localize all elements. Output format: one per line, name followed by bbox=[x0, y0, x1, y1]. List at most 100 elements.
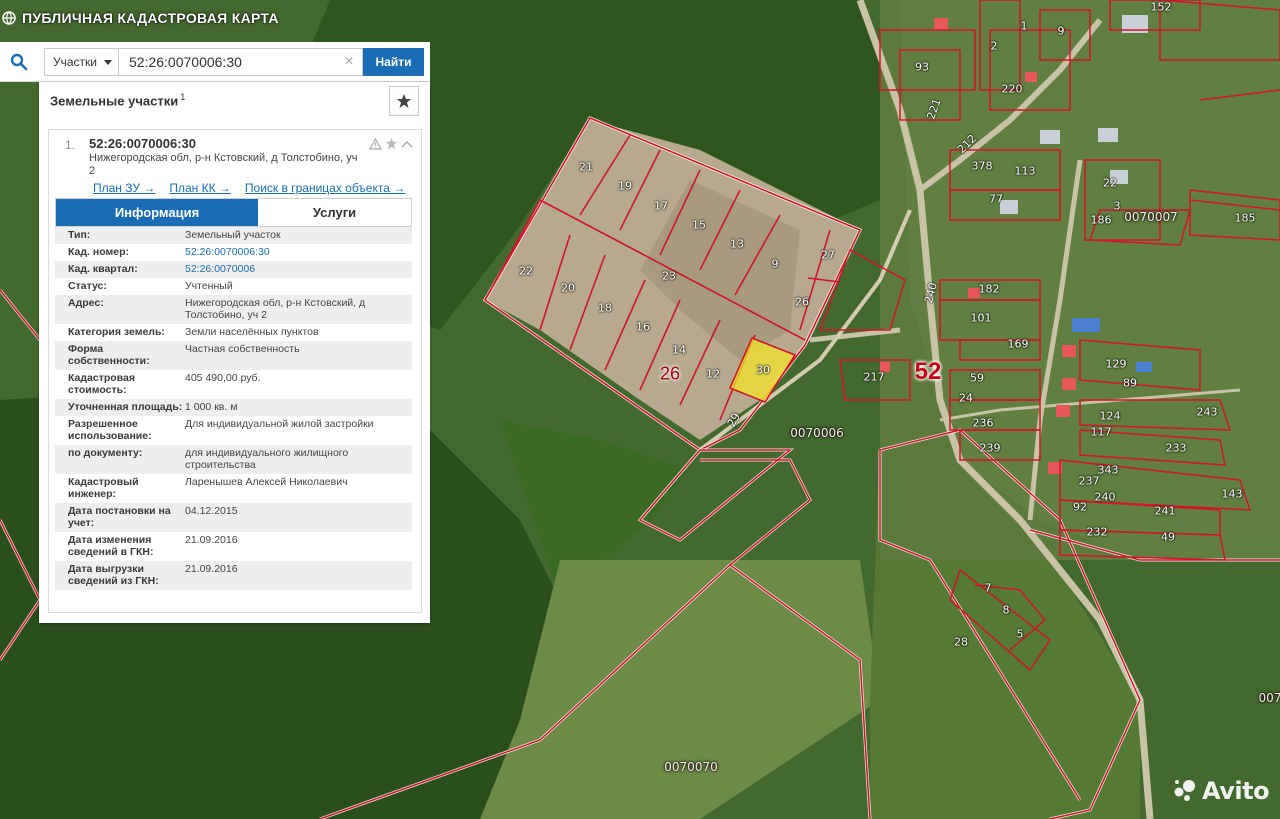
plot-number: 19 bbox=[618, 179, 632, 193]
result-tabs: Информация Услуги bbox=[55, 198, 412, 227]
plot-number: 1 bbox=[1020, 19, 1028, 33]
district-number: 26 bbox=[659, 363, 681, 384]
attribute-value: для индивидуального жилищного строительс… bbox=[185, 447, 349, 471]
plot-number-selected[interactable]: 30 bbox=[756, 364, 770, 377]
attribute-value: Частная собственность bbox=[185, 343, 300, 355]
plot-number: 21 bbox=[579, 160, 593, 174]
plot-number: 5 bbox=[1016, 627, 1024, 641]
plot-number: 93 bbox=[915, 60, 929, 74]
plot-number: 129 bbox=[1105, 357, 1127, 371]
panel-title: Земельные участки 1 bbox=[50, 92, 185, 108]
plot-number: 14 bbox=[672, 343, 686, 357]
plot-number: 16 bbox=[636, 320, 650, 334]
attribute-label: Тип: bbox=[68, 229, 91, 241]
attribute-value: 21.09.2016 bbox=[185, 534, 238, 546]
plot-number: 236 bbox=[972, 416, 994, 430]
chevron-up-icon[interactable] bbox=[401, 139, 413, 149]
plot-number: 243 bbox=[1196, 405, 1218, 419]
find-button[interactable]: Найти bbox=[363, 48, 424, 76]
plan-zu-link[interactable]: План ЗУ → bbox=[93, 181, 155, 195]
plot-number: 92 bbox=[1073, 500, 1087, 514]
plot-number: 117 bbox=[1090, 425, 1112, 439]
attribute-row: Категория земель: Земли населённых пункто… bbox=[55, 324, 412, 341]
result-actions bbox=[369, 137, 413, 150]
plot-number: 77 bbox=[989, 192, 1003, 206]
star-icon bbox=[397, 94, 411, 108]
attribute-label: Кад. квартал: bbox=[68, 263, 138, 275]
attribute-row: Статус: Учтенный bbox=[55, 278, 412, 295]
quarter-number: 0070006 bbox=[790, 426, 844, 440]
plot-number: 241 bbox=[1154, 504, 1176, 518]
attribute-row: Кадастровая стоимость: 405 490,00 руб. bbox=[55, 370, 412, 399]
attribute-value[interactable]: 52:26:0070006:30 bbox=[185, 246, 412, 258]
panel-title-text: Земельные участки bbox=[50, 93, 179, 109]
search-type-select[interactable]: Участки bbox=[44, 48, 118, 76]
tab-services[interactable]: Услуги bbox=[258, 199, 411, 226]
plot-number: 15 bbox=[692, 218, 706, 232]
attribute-label: Кад. номер: bbox=[68, 246, 130, 258]
plot-number: 28 bbox=[954, 635, 968, 649]
attribute-value: 1 000 кв. м bbox=[185, 401, 238, 413]
plot-number: 12 bbox=[706, 367, 720, 381]
plot-number: 217 bbox=[863, 370, 885, 384]
plot-number: 24 bbox=[959, 391, 973, 405]
attribute-value: 405 490,00 руб. bbox=[185, 372, 261, 384]
plot-number: 89 bbox=[1123, 376, 1137, 390]
quarter-number: 0070007 bbox=[1124, 210, 1178, 224]
attribute-row: Дата выгрузки сведений из ГКН: 21.09.2016 bbox=[55, 561, 412, 590]
chevron-down-icon bbox=[104, 59, 112, 65]
clear-search-button[interactable]: × bbox=[340, 52, 358, 72]
attribute-label: Форма собственности: bbox=[68, 343, 150, 367]
plot-number: 185 bbox=[1234, 211, 1256, 225]
attribute-row: Разрешенное использование: Для индивидуал… bbox=[55, 416, 412, 445]
plot-number: 3 bbox=[1113, 199, 1121, 213]
attribute-row: Тип: Земельный участок bbox=[55, 227, 412, 244]
avito-logo-icon bbox=[1174, 780, 1195, 801]
attribute-row: Кад. номер: 52:26:0070006:30 bbox=[55, 244, 412, 261]
watermark-text: Avito bbox=[1202, 777, 1270, 805]
search-type-label: Участки bbox=[53, 55, 97, 69]
plot-number: 220 bbox=[1001, 82, 1023, 96]
plot-number: 9 bbox=[1057, 24, 1065, 38]
app-title: ПУБЛИЧНАЯ КАДАСТРОВАЯ КАРТА bbox=[22, 10, 279, 26]
attribute-value[interactable]: 52:26:0070006 bbox=[185, 263, 412, 275]
plot-number: 232 bbox=[1086, 525, 1108, 539]
result-card[interactable]: 1. 52:26:0070006:30 Нижегородская обл, р… bbox=[48, 129, 422, 613]
search-in-bounds-link[interactable]: Поиск в границах объекта → bbox=[245, 181, 405, 195]
results-panel: Земельные участки 1 1. 52:26:0070006:30 Н… bbox=[39, 82, 430, 623]
plan-kk-link[interactable]: План КК → bbox=[169, 181, 231, 195]
search-input[interactable] bbox=[118, 48, 363, 76]
plot-number: 182 bbox=[978, 282, 1000, 296]
plot-number: 143 bbox=[1221, 487, 1243, 501]
result-links: План ЗУ → План КК → Поиск в границах объ… bbox=[93, 181, 405, 195]
result-index: 1. bbox=[65, 138, 76, 152]
attribute-value: 04.12.2015 bbox=[185, 505, 238, 517]
plot-number: 27 bbox=[821, 248, 835, 262]
attribute-label: Адрес: bbox=[68, 297, 104, 309]
plot-number: 20 bbox=[561, 281, 575, 295]
region-number: 52 bbox=[914, 358, 942, 385]
globe-icon bbox=[2, 11, 16, 25]
favorites-button[interactable] bbox=[389, 86, 419, 116]
warning-icon[interactable] bbox=[369, 137, 382, 150]
plot-number: 17 bbox=[654, 199, 668, 213]
attribute-label: Уточненная площадь: bbox=[68, 401, 183, 413]
plot-number: 59 bbox=[970, 371, 984, 385]
attribute-value: Учтенный bbox=[185, 280, 233, 292]
plot-number: 9 bbox=[771, 257, 779, 271]
app-header: ПУБЛИЧНАЯ КАДАСТРОВАЯ КАРТА bbox=[0, 0, 279, 36]
plot-number: 22 bbox=[519, 264, 533, 278]
search-icon[interactable] bbox=[0, 42, 38, 82]
result-cad-number: 52:26:0070006:30 bbox=[89, 136, 196, 151]
star-icon[interactable] bbox=[385, 137, 398, 150]
attribute-row: Уточненная площадь: 1 000 кв. м bbox=[55, 399, 412, 416]
attribute-label: Кадастровый инженер: bbox=[68, 476, 139, 500]
plot-number: 18 bbox=[598, 301, 612, 315]
attribute-label: по документу: bbox=[68, 447, 143, 459]
plot-number: 49 bbox=[1161, 530, 1175, 544]
plot-number: 378 bbox=[971, 159, 993, 173]
attribute-row: Дата изменения сведений в ГКН: 21.09.2016 bbox=[55, 532, 412, 561]
tab-info[interactable]: Информация bbox=[56, 199, 258, 226]
attribute-value: Земельный участок bbox=[185, 229, 281, 241]
attribute-label: Кадастровая стоимость: bbox=[68, 372, 135, 396]
